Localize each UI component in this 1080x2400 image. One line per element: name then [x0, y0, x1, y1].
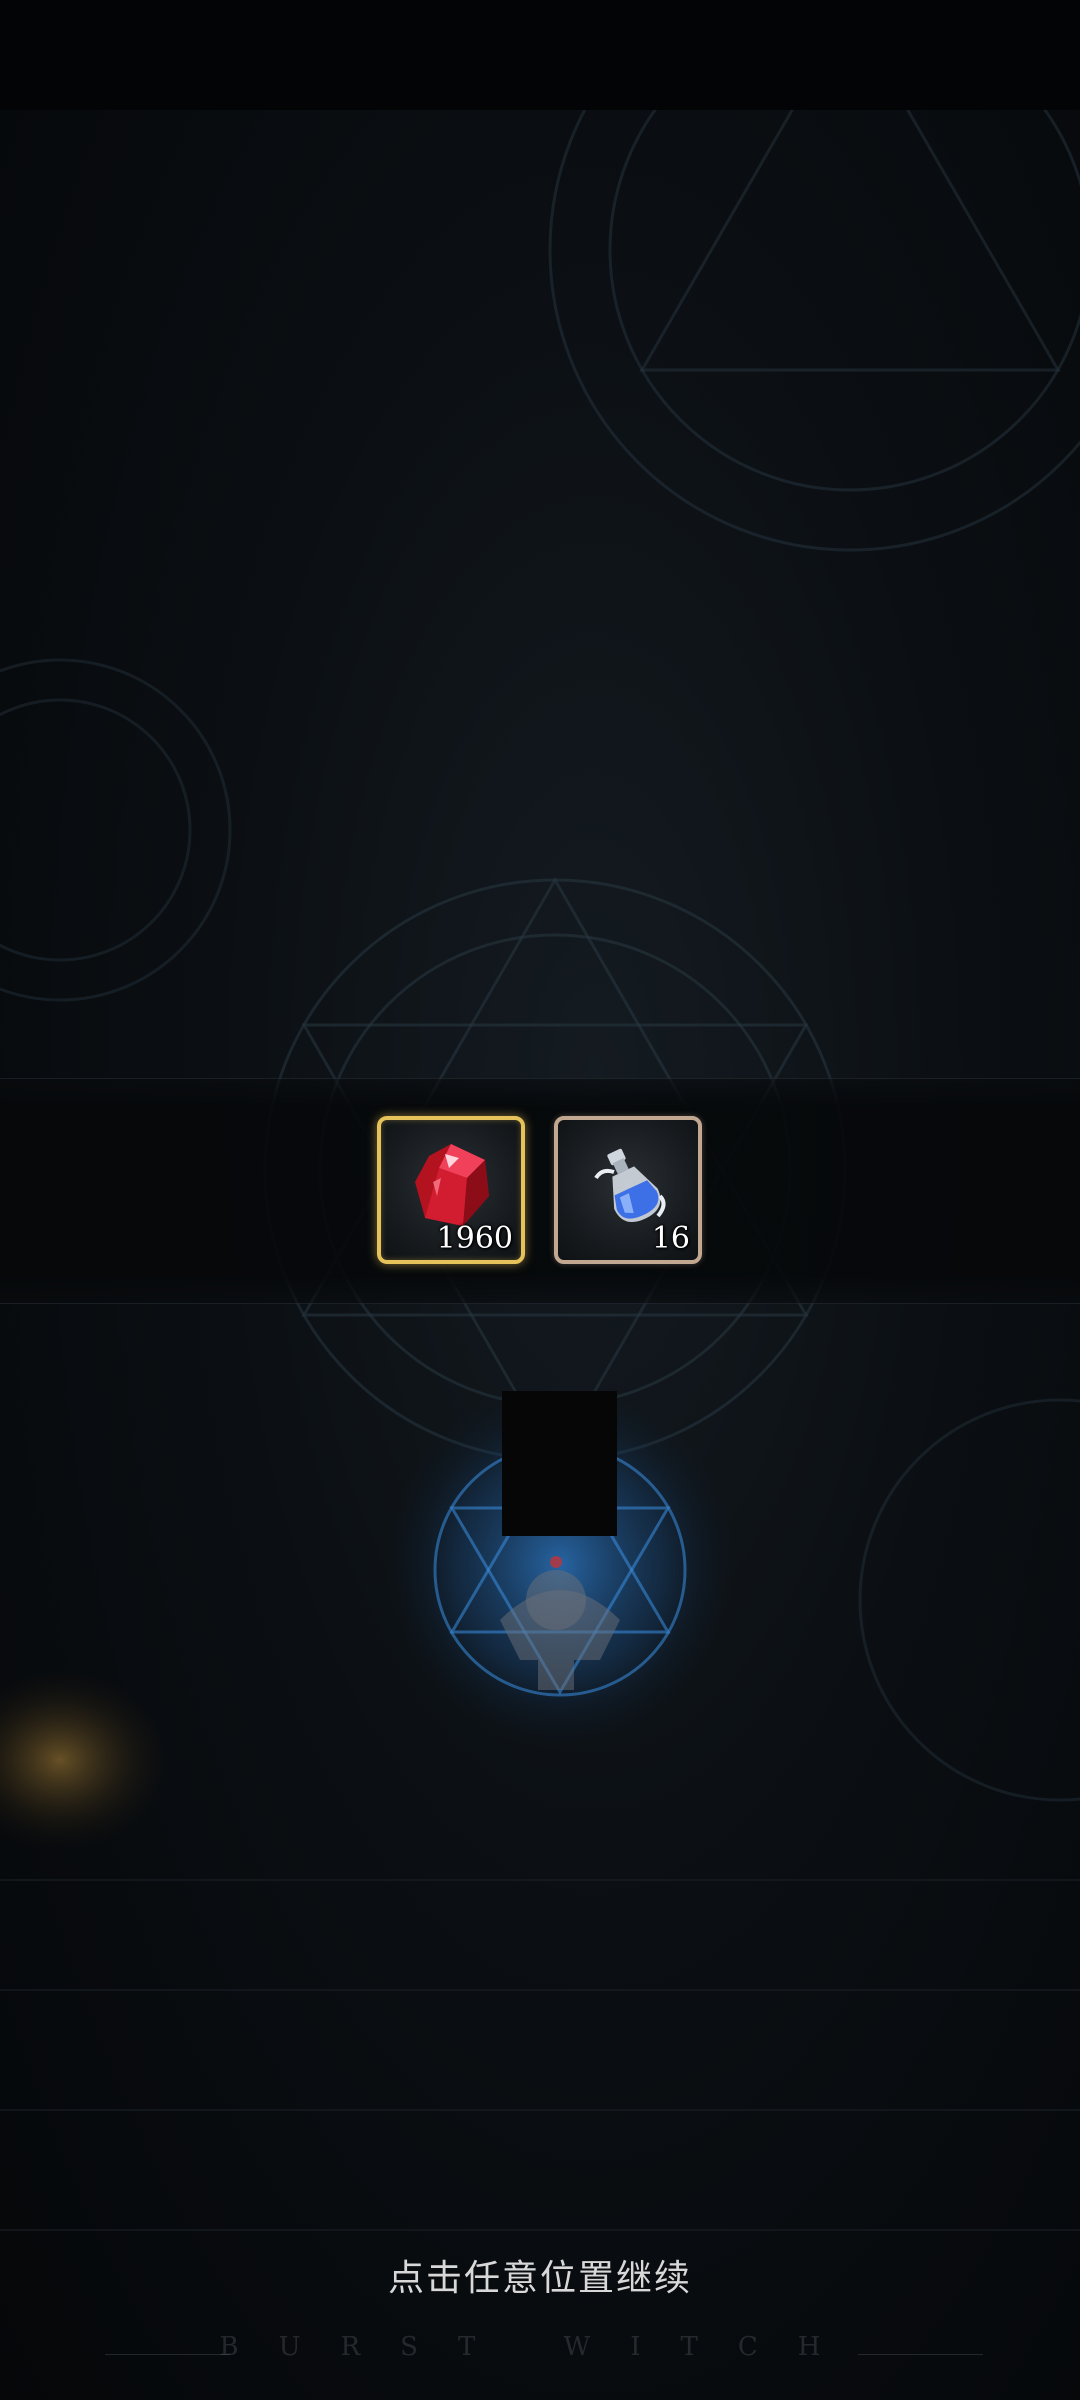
continue-hint: 点击任意位置继续	[387, 2258, 692, 2299]
reward-count: 16	[651, 1221, 690, 1256]
reward-band	[0, 1078, 1080, 1304]
reward-slot-potion[interactable]: 16	[554, 1116, 702, 1264]
redacted-panel	[502, 1391, 617, 1536]
brand-watermark: BURST WITCH	[0, 2332, 1080, 2372]
red-crystal-icon	[415, 1144, 489, 1226]
reward-slot-crystal[interactable]: 1960	[377, 1116, 525, 1264]
brand-line-right	[858, 2354, 983, 2355]
magic-circle-left	[0, 658, 232, 1002]
status-bar	[0, 0, 1080, 110]
floor-tiles	[0, 1879, 1080, 2231]
magic-circle-top-right	[548, 110, 1080, 552]
magic-circle-right	[858, 1398, 1080, 1802]
reward-count: 1960	[436, 1221, 513, 1256]
brand-text: BURST WITCH	[219, 2332, 861, 2362]
blue-potion-icon	[594, 1148, 666, 1223]
reward-screen[interactable]: 1960 16 点击任意位置继续 BURST WITCH	[0, 0, 1080, 2400]
